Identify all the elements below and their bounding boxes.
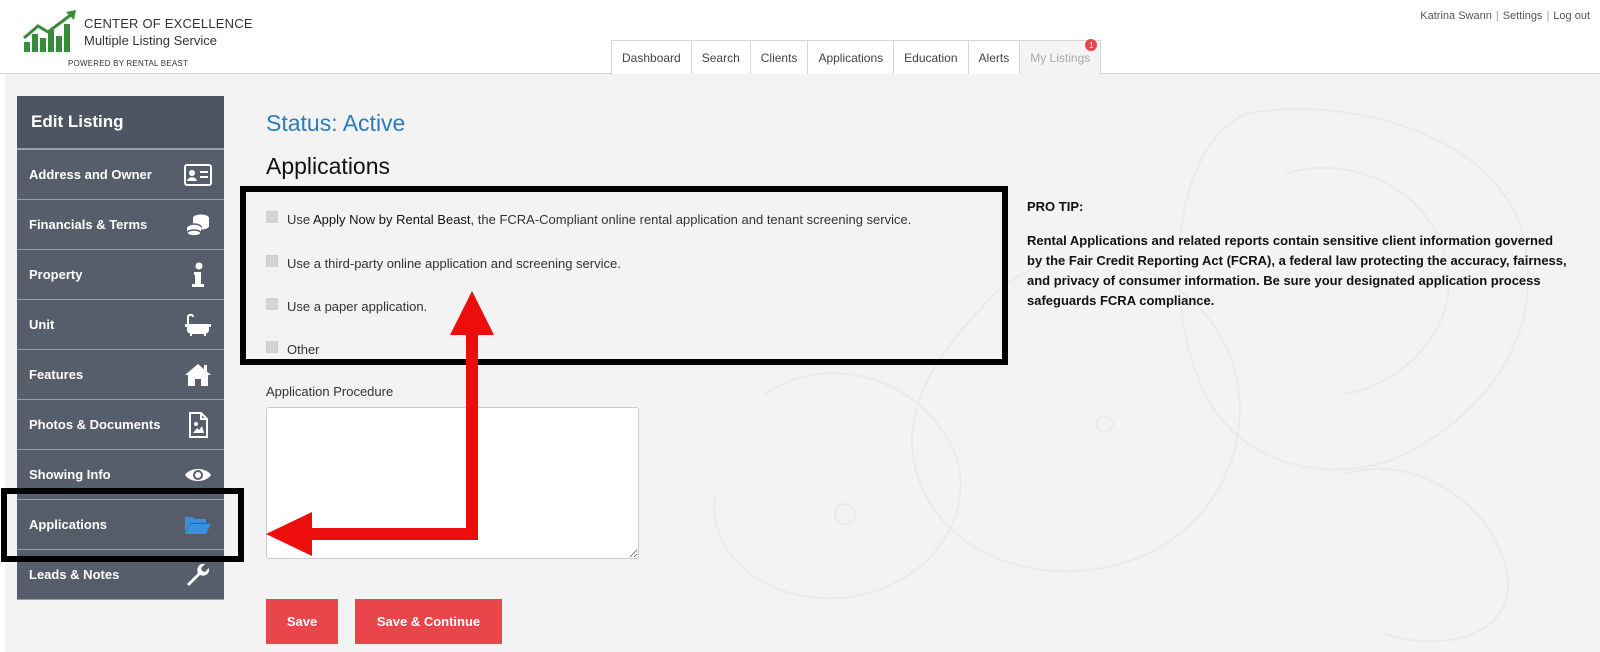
settings-link[interactable]: Settings bbox=[1503, 10, 1543, 22]
sidebar-item-label: Photos & Documents bbox=[29, 417, 161, 432]
option-label: Use a paper application. bbox=[287, 299, 428, 314]
sidebar-item-address-and-owner[interactable]: Address and Owner bbox=[17, 150, 224, 200]
pro-tip-title: PRO TIP: bbox=[1027, 199, 1084, 214]
separator: | bbox=[1495, 10, 1499, 22]
option-suffix: , the FCRA-Compliant online rental appli… bbox=[470, 212, 912, 227]
sidebar-item-property[interactable]: Property bbox=[17, 250, 224, 300]
option-label: Use a third-party online application and… bbox=[287, 256, 621, 271]
sidebar-item-photos-and-documents[interactable]: Photos & Documents bbox=[17, 400, 224, 450]
option-label: Other bbox=[287, 342, 320, 357]
option-apply-now[interactable]: Use Apply Now by Rental Beast, the FCRA-… bbox=[266, 210, 911, 227]
brand-powered-by: POWERED BY RENTAL BEAST bbox=[68, 59, 189, 68]
user-links: Katrina Swann | Settings | Log out bbox=[1420, 10, 1590, 22]
sidebar-item-features[interactable]: Features bbox=[17, 350, 224, 400]
bathtub-icon bbox=[184, 311, 212, 339]
sidebar-item-label: Unit bbox=[29, 317, 55, 332]
option-checkbox[interactable] bbox=[266, 340, 278, 353]
tab-my-listings[interactable]: My Listings 1 bbox=[1019, 39, 1102, 74]
sidebar-item-label: Leads & Notes bbox=[29, 567, 120, 582]
sidebar-item-leads-and-notes[interactable]: Leads & Notes bbox=[17, 550, 224, 600]
sidebar-item-applications[interactable]: Applications bbox=[17, 500, 224, 550]
option-checkbox[interactable] bbox=[266, 297, 278, 310]
image-file-icon bbox=[184, 411, 212, 439]
option-label: Use Apply Now by Rental Beast, the FCRA-… bbox=[287, 212, 911, 227]
page-title: Applications bbox=[266, 153, 391, 179]
sidebar-item-label: Address and Owner bbox=[29, 167, 152, 182]
application-procedure-label: Application Procedure bbox=[266, 384, 394, 399]
eye-icon bbox=[184, 461, 212, 489]
option-checkbox[interactable] bbox=[266, 254, 278, 267]
coins-icon bbox=[184, 211, 212, 239]
tab-clients[interactable]: Clients bbox=[749, 40, 809, 74]
notification-badge: 1 bbox=[1085, 39, 1098, 51]
pro-tip-text: Rental Applications and related reports … bbox=[1027, 233, 1567, 308]
tab-my-listings-label: My Listings bbox=[1030, 50, 1091, 65]
pro-tip: PRO TIP: Rental Applications and related… bbox=[1027, 197, 1567, 311]
sidebar-item-label: Applications bbox=[29, 517, 108, 532]
main-content-area bbox=[0, 74, 1600, 652]
sidebar-title: Edit Listing bbox=[17, 96, 224, 150]
main-nav-tabs: Dashboard Search Clients Applications Ed… bbox=[611, 39, 1102, 74]
separator: | bbox=[1546, 10, 1550, 22]
option-paper-application[interactable]: Use a paper application. bbox=[266, 297, 428, 314]
tab-education[interactable]: Education bbox=[893, 40, 969, 74]
brand-line-2: Multiple Listing Service bbox=[84, 33, 217, 48]
home-icon bbox=[184, 361, 212, 389]
application-procedure-textarea[interactable] bbox=[266, 407, 639, 559]
sidebar-item-label: Property bbox=[29, 267, 83, 282]
brand-line-1: CENTER OF EXCELLENCE bbox=[84, 16, 253, 31]
tab-search[interactable]: Search bbox=[690, 40, 751, 74]
folder-open-icon bbox=[184, 511, 212, 539]
listing-status: Status: Active bbox=[266, 110, 406, 136]
sidebar-item-label: Features bbox=[29, 367, 84, 382]
save-and-continue-button[interactable]: Save & Continue bbox=[355, 599, 502, 644]
sidebar-item-showing-info[interactable]: Showing Info bbox=[17, 450, 224, 500]
user-name-link[interactable]: Katrina Swann bbox=[1420, 10, 1492, 22]
option-third-party[interactable]: Use a third-party online application and… bbox=[266, 254, 621, 271]
save-button[interactable]: Save bbox=[266, 599, 338, 644]
background-illustration bbox=[713, 108, 1530, 643]
option-checkbox[interactable] bbox=[266, 210, 278, 223]
sidebar-item-label: Financials & Terms bbox=[29, 217, 148, 232]
logout-link[interactable]: Log out bbox=[1553, 10, 1590, 22]
top-header: CENTER OF EXCELLENCE Multiple Listing Se… bbox=[0, 0, 1600, 74]
sidebar-item-unit[interactable]: Unit bbox=[17, 300, 224, 350]
chart-logo-icon bbox=[23, 10, 76, 52]
id-card-icon bbox=[184, 161, 212, 189]
info-icon bbox=[184, 261, 212, 289]
brand-logo[interactable]: CENTER OF EXCELLENCE Multiple Listing Se… bbox=[22, 10, 253, 70]
option-brand-name: Apply Now by Rental Beast bbox=[313, 212, 471, 227]
sidebar-item-label: Showing Info bbox=[29, 467, 111, 482]
wrench-icon bbox=[184, 561, 212, 589]
edit-listing-sidebar: Edit Listing Address and Owner Financial… bbox=[17, 96, 224, 600]
tab-dashboard[interactable]: Dashboard bbox=[611, 40, 692, 74]
option-prefix: Use bbox=[287, 212, 314, 227]
sidebar-item-financials-and-terms[interactable]: Financials & Terms bbox=[17, 200, 224, 250]
tab-alerts[interactable]: Alerts bbox=[967, 40, 1021, 74]
tab-applications[interactable]: Applications bbox=[807, 40, 895, 74]
option-other[interactable]: Other bbox=[266, 340, 320, 357]
